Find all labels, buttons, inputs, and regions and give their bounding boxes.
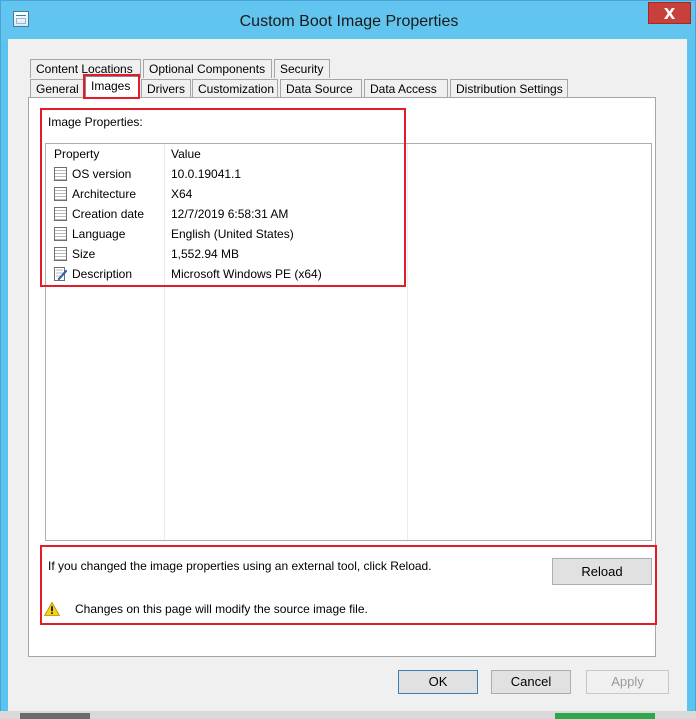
- window-border: [687, 39, 694, 717]
- tab-general[interactable]: General: [30, 79, 84, 98]
- tab-distribution-settings[interactable]: Distribution Settings: [450, 79, 568, 98]
- tab-customization[interactable]: Customization: [192, 79, 278, 98]
- window-title: Custom Boot Image Properties: [239, 13, 459, 30]
- ok-button[interactable]: OK: [398, 670, 478, 694]
- apply-button[interactable]: Apply: [586, 670, 669, 694]
- highlight-images-tab: [83, 74, 140, 99]
- warning-message: Changes on this page will modify the sou…: [75, 602, 368, 616]
- tab-optional-components[interactable]: Optional Components: [143, 59, 272, 78]
- tab-drivers[interactable]: Drivers: [141, 79, 191, 98]
- warning-icon: [44, 602, 60, 616]
- title-bar[interactable]: Custom Boot Image Properties X: [1, 1, 695, 41]
- tab-security[interactable]: Security: [274, 59, 330, 78]
- highlight-image-properties: [40, 108, 406, 287]
- background-fragment: [20, 713, 90, 719]
- reload-button[interactable]: Reload: [552, 558, 652, 585]
- tab-data-access[interactable]: Data Access: [364, 79, 448, 98]
- background-strip: [0, 711, 696, 719]
- cancel-button[interactable]: Cancel: [491, 670, 571, 694]
- close-button[interactable]: X: [648, 2, 691, 24]
- background-fragment: [555, 713, 655, 719]
- tab-data-source[interactable]: Data Source: [280, 79, 362, 98]
- reload-message: If you changed the image properties usin…: [48, 559, 432, 573]
